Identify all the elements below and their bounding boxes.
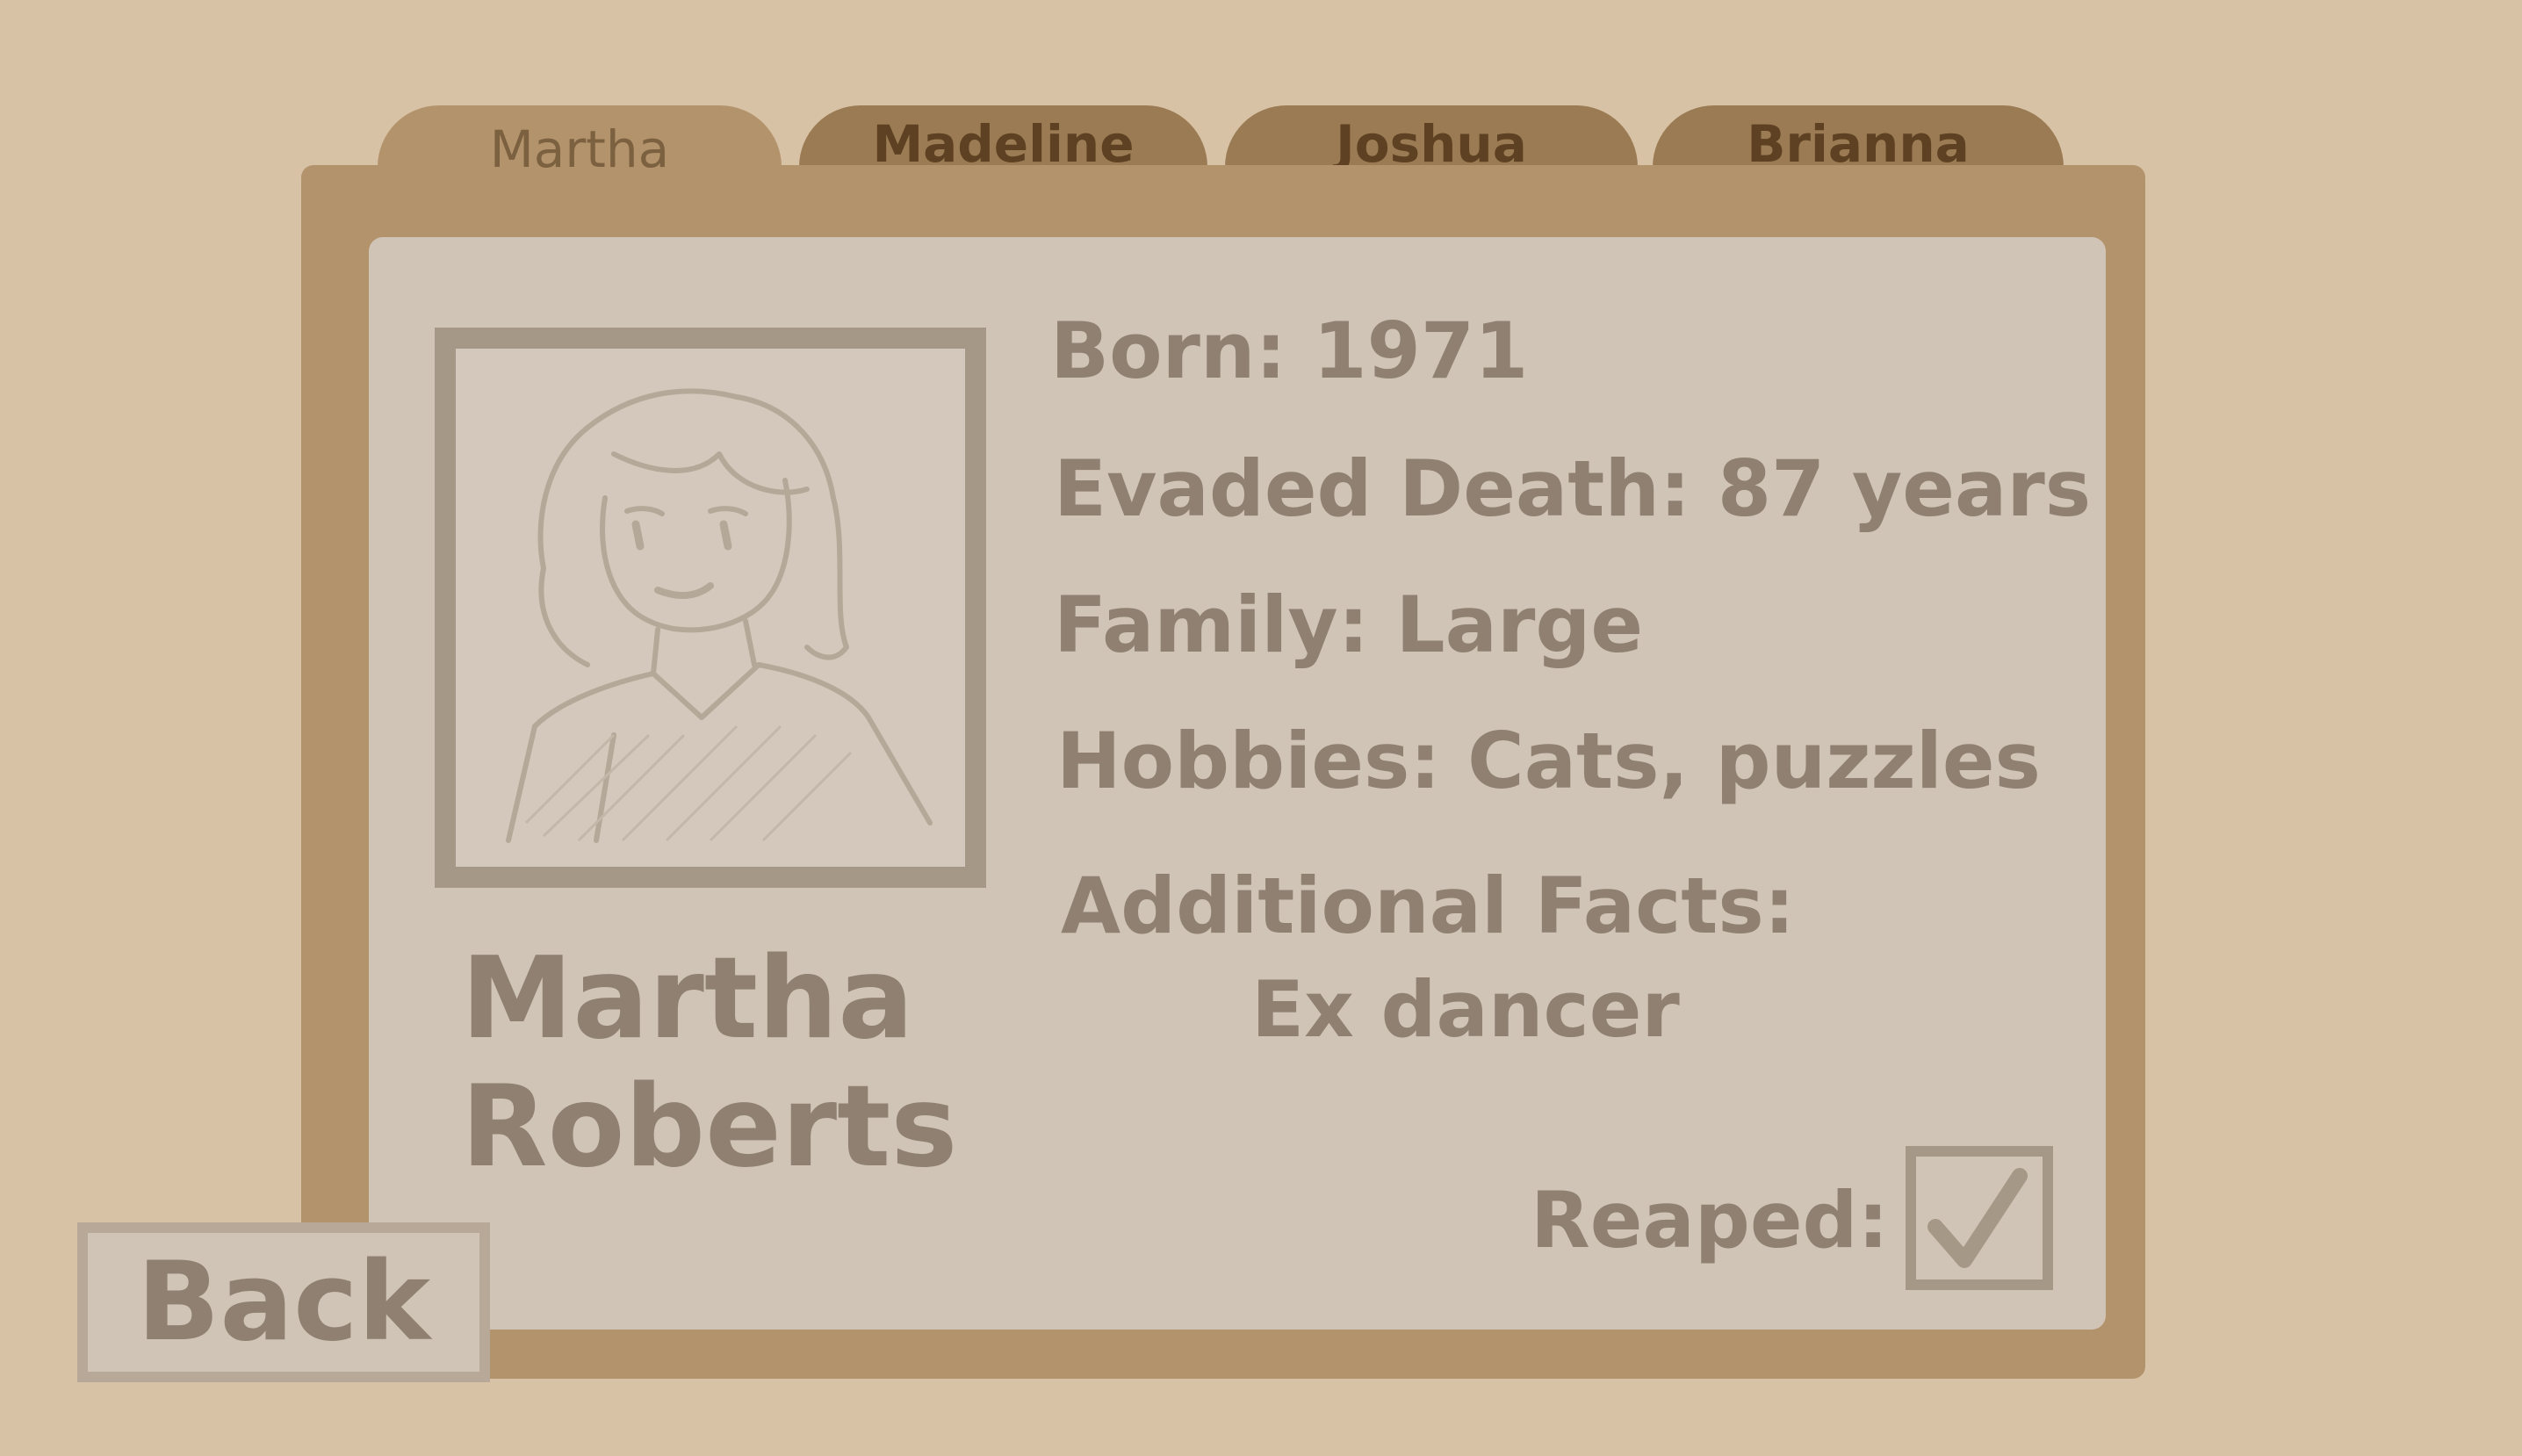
reaped-checkbox[interactable] [1906, 1146, 2053, 1290]
last-name: Roberts [461, 1062, 958, 1193]
additional-facts-value: Ex dancer [1251, 964, 1680, 1055]
character-name: Martha Roberts [461, 935, 957, 1192]
family-text: Family: Large [1054, 580, 1644, 670]
checkmark-icon [1928, 1168, 2028, 1268]
first-name: Martha [461, 933, 914, 1064]
portrait-frame [435, 328, 986, 888]
reaped-label: Reaped: [1531, 1175, 1889, 1265]
portrait-sketch-icon [506, 388, 933, 843]
hobbies-text: Hobbies: Cats, puzzles [1056, 716, 2041, 806]
born-text: Born: 1971 [1050, 306, 1529, 396]
additional-facts-label: Additional Facts: [1061, 861, 1795, 951]
back-button[interactable]: Back [77, 1222, 490, 1382]
tab-martha[interactable]: Martha [378, 105, 782, 186]
evaded-death-text: Evaded Death: 87 years [1054, 443, 2092, 534]
